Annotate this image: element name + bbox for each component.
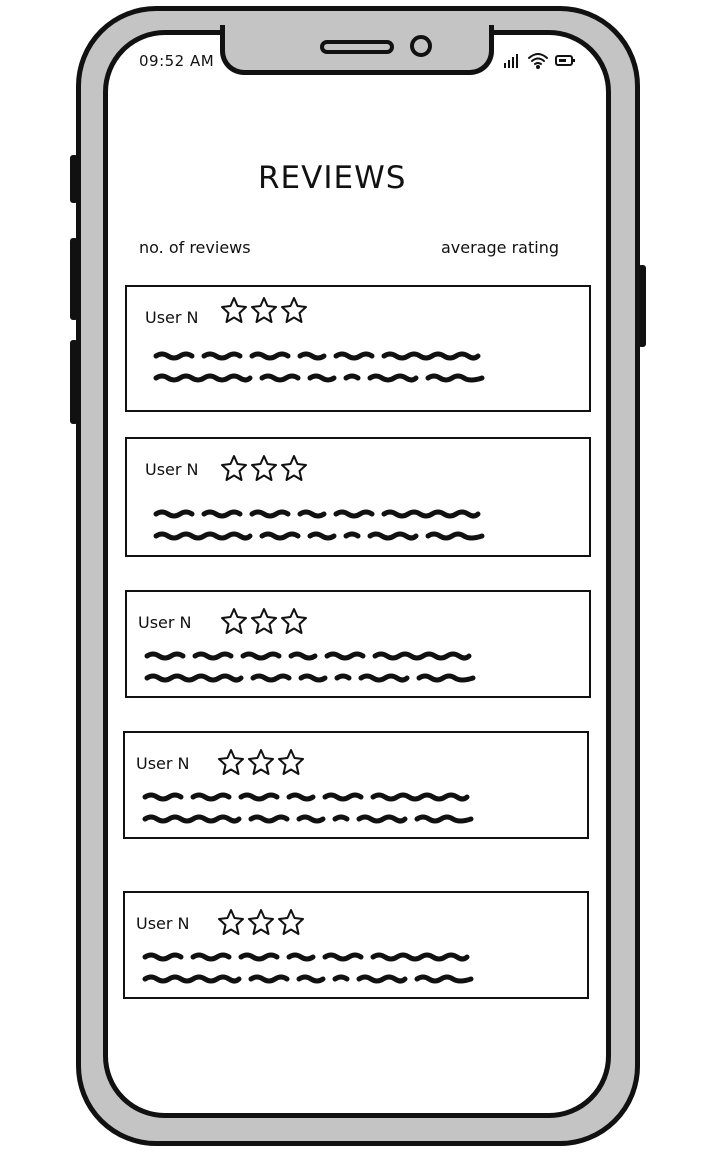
front-camera [410, 35, 432, 57]
mute-switch [70, 155, 78, 203]
signal-icon [504, 54, 518, 68]
review-user-1: User N [145, 308, 199, 327]
star-icon [251, 608, 277, 634]
star-icon [221, 297, 247, 323]
star-icon [281, 297, 307, 323]
reviews-count-label: no. of reviews [139, 238, 251, 257]
star-icon [281, 608, 307, 634]
status-icons [504, 53, 575, 69]
star-icon [251, 297, 277, 323]
star-icon [218, 749, 244, 775]
volume-down-button [70, 340, 78, 424]
review-user-2: User N [145, 460, 199, 479]
star-icon [278, 909, 304, 935]
review-stars-1 [220, 296, 308, 324]
review-stars-3 [220, 607, 308, 635]
battery-icon [555, 55, 575, 66]
power-button [638, 265, 646, 347]
star-icon [251, 455, 277, 481]
star-icon [221, 608, 247, 634]
star-icon [248, 909, 274, 935]
review-user-5: User N [136, 914, 190, 933]
review-stars-4 [217, 748, 305, 776]
review-text-placeholder-1 [153, 351, 485, 383]
star-icon [278, 749, 304, 775]
star-icon [281, 455, 307, 481]
wifi-icon [528, 53, 548, 69]
speaker-grille [320, 40, 394, 54]
review-stars-5 [217, 908, 305, 936]
star-icon [221, 455, 247, 481]
star-icon [218, 909, 244, 935]
status-time: 09:52 AM [139, 52, 215, 70]
star-icon [248, 749, 274, 775]
review-text-placeholder-2 [153, 509, 485, 541]
review-user-4: User N [136, 754, 190, 773]
average-rating-label: average rating [441, 238, 559, 257]
review-text-placeholder-5 [142, 952, 474, 984]
review-stars-2 [220, 454, 308, 482]
volume-up-button [70, 238, 78, 320]
review-text-placeholder-3 [144, 651, 476, 683]
review-text-placeholder-4 [142, 792, 474, 824]
page-title: REVIEWS [258, 160, 407, 196]
review-user-3: User N [138, 613, 192, 632]
